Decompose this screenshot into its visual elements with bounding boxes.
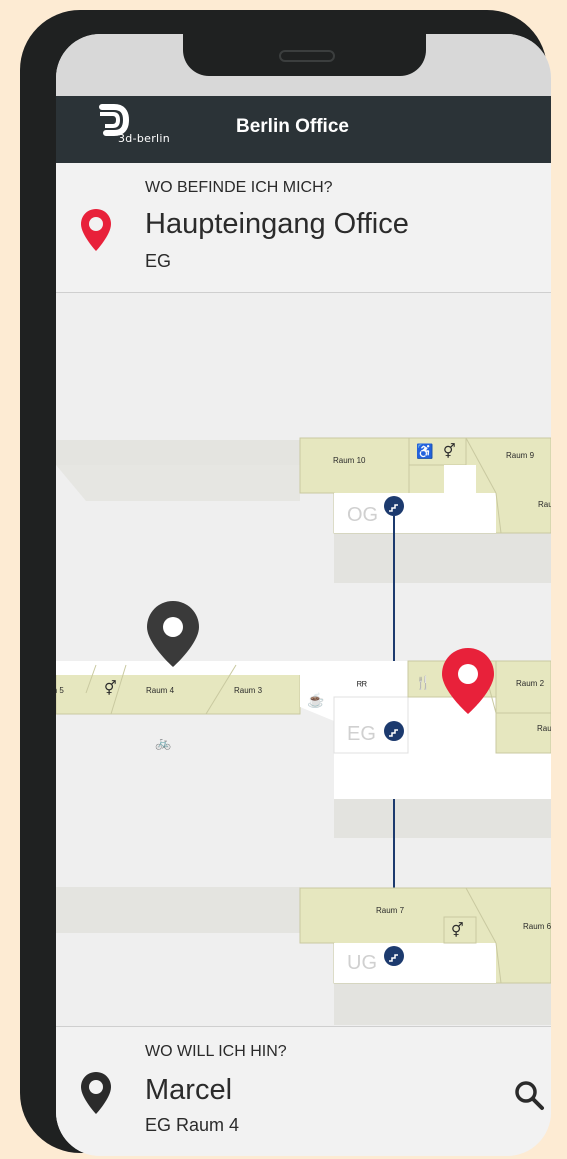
floor-map-canvas[interactable]: Raum 10 Raum 9 Raum 8 OG ♿ ⚥ [56, 293, 551, 1025]
restroom-icon: ⚥ [443, 443, 456, 459]
destination-marker-icon[interactable] [147, 601, 199, 667]
restroom-icon: ⚥ [104, 680, 117, 696]
floor-og: Raum 10 Raum 9 Raum 8 OG ♿ ⚥ [299, 437, 551, 534]
search-icon[interactable] [511, 1077, 547, 1113]
room-label: Raum 2 [516, 679, 545, 688]
app-bar: 3d-berlin Berlin Office [56, 96, 551, 163]
people-icon: ᴿᴿ [357, 680, 367, 692]
room-label: Raum 6 [523, 922, 551, 931]
og-shadow-left [56, 440, 300, 465]
room-label: Raum 9 [506, 451, 535, 460]
restroom-icon: ⚥ [451, 922, 464, 938]
stairs-icon[interactable] [384, 721, 404, 741]
destination-panel[interactable]: WO WILL ICH HIN? Marcel EG Raum 4 [56, 1026, 551, 1156]
floor-label: EG [347, 723, 376, 745]
restaurant-icon: 🍴 [415, 675, 431, 691]
brand-name: 3d-berlin [118, 132, 171, 145]
destination-question: WO WILL ICH HIN? [145, 1043, 287, 1060]
floor-map[interactable]: Raum 10 Raum 9 Raum 8 OG ♿ ⚥ [56, 293, 551, 1025]
room-label: Raum 8 [538, 500, 551, 509]
floor-ug: Raum 7 Raum 6 UG ⚥ [299, 887, 551, 984]
destination-room: EG Raum 4 [145, 1115, 240, 1135]
ug-shadow-left [56, 887, 300, 933]
room-label: Raum 7 [376, 906, 405, 915]
origin-panel[interactable]: WO BEFINDE ICH MICH? Haupteingang Office… [56, 163, 551, 293]
stairs-icon[interactable] [384, 496, 404, 516]
og-shadow-left-2 [56, 465, 300, 501]
location-pin-icon [81, 1072, 111, 1114]
eg-shadow-right [334, 799, 551, 838]
notch [183, 34, 426, 76]
ug-shadow-right [334, 983, 551, 1025]
room-label: Raum 3 [234, 686, 263, 695]
room-label: Raum 4 [146, 686, 175, 695]
origin-question: WO BEFINDE ICH MICH? [145, 179, 333, 196]
speaker [279, 50, 335, 62]
floor-label: UG [347, 952, 377, 974]
room-label: Raum 10 [333, 456, 366, 465]
origin-floor: EG [145, 251, 172, 271]
wheelchair-icon: ♿ [416, 443, 433, 460]
room-label: Raum 1 [537, 724, 551, 733]
corridor [334, 768, 551, 799]
screen: 3d-berlin Berlin Office WO BEFINDE ICH M… [56, 34, 551, 1156]
app-title: Berlin Office [236, 116, 349, 137]
og-shadow-right [334, 533, 551, 583]
brand-logo: 3d-berlin [96, 104, 176, 154]
phone-frame: 3d-berlin Berlin Office WO BEFINDE ICH M… [20, 10, 551, 1156]
stairs-icon[interactable] [384, 946, 404, 966]
room-label: um 5 [56, 686, 64, 695]
origin-name: Haupteingang Office [145, 208, 409, 240]
floor-label: OG [347, 504, 378, 526]
coffee-icon: ☕ [307, 691, 324, 709]
location-pin-icon [81, 209, 111, 251]
bicycle-icon: 🚲 [155, 735, 171, 750]
destination-name: Marcel [145, 1074, 233, 1106]
